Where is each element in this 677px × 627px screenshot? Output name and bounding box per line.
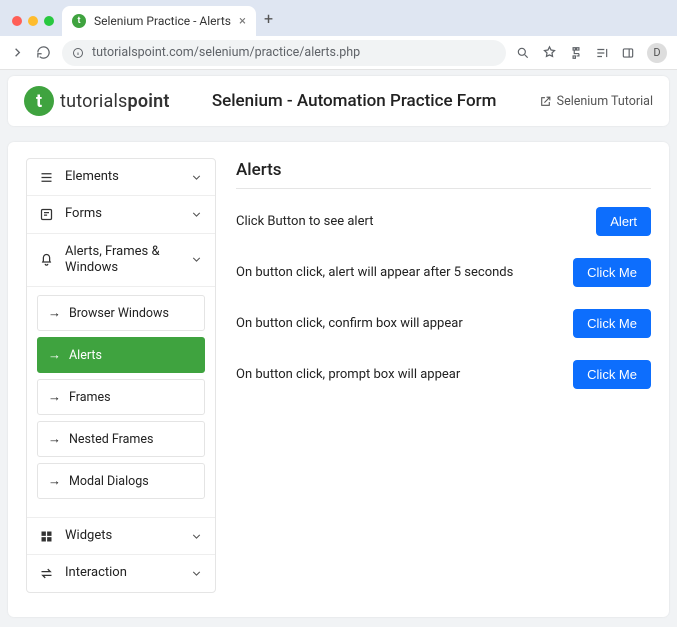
arrow-right-icon: → bbox=[48, 347, 61, 363]
window-controls bbox=[8, 16, 62, 36]
sub-item-nested-frames[interactable]: → Nested Frames bbox=[37, 421, 205, 457]
alert-row: On button click, prompt box will appear … bbox=[236, 360, 651, 389]
sidebar-item-widgets[interactable]: Widgets bbox=[27, 518, 215, 555]
body-card: Elements Forms Alerts, Frames & Windows bbox=[8, 142, 669, 617]
alert-row: Click Button to see alert Alert bbox=[236, 207, 651, 236]
sidebar: Elements Forms Alerts, Frames & Windows bbox=[26, 158, 216, 593]
alert-desc: Click Button to see alert bbox=[236, 214, 596, 229]
sidebar-sublist: → Browser Windows → Alerts → Frames → Ne… bbox=[27, 287, 215, 518]
arrow-right-icon: → bbox=[48, 473, 61, 489]
toolbar-icons: D bbox=[516, 43, 667, 63]
chevron-down-icon bbox=[190, 171, 203, 184]
sub-item-modal-dialogs[interactable]: → Modal Dialogs bbox=[37, 463, 205, 499]
alert-row: On button click, alert will appear after… bbox=[236, 258, 651, 287]
sub-item-browser-windows[interactable]: → Browser Windows bbox=[37, 295, 205, 331]
bell-icon bbox=[39, 252, 55, 267]
logo-mark-icon: t bbox=[24, 86, 54, 116]
prompt-button[interactable]: Click Me bbox=[573, 360, 651, 389]
sub-item-label: Browser Windows bbox=[69, 306, 169, 321]
extensions-icon[interactable] bbox=[569, 46, 583, 60]
sub-item-label: Alerts bbox=[69, 348, 102, 363]
close-window-dot[interactable] bbox=[12, 16, 22, 26]
page-area: t tutorialspoint Selenium - Automation P… bbox=[0, 70, 677, 627]
sidebar-item-elements[interactable]: Elements bbox=[27, 159, 215, 196]
sub-item-alerts[interactable]: → Alerts bbox=[37, 337, 205, 373]
main-panel: Alerts Click Button to see alert Alert O… bbox=[236, 158, 651, 593]
site-logo[interactable]: t tutorialspoint bbox=[24, 86, 170, 116]
sub-item-label: Nested Frames bbox=[69, 432, 153, 447]
delayed-alert-button[interactable]: Click Me bbox=[573, 258, 651, 287]
bookmark-star-icon[interactable] bbox=[542, 45, 557, 60]
maximize-window-dot[interactable] bbox=[44, 16, 54, 26]
external-link-icon bbox=[539, 95, 552, 108]
form-icon bbox=[39, 207, 55, 222]
minimize-window-dot[interactable] bbox=[28, 16, 38, 26]
alert-button[interactable]: Alert bbox=[596, 207, 651, 236]
reading-list-icon[interactable] bbox=[595, 46, 609, 60]
favicon-icon: t bbox=[72, 14, 86, 28]
browser-tab[interactable]: t Selenium Practice - Alerts × bbox=[62, 6, 256, 36]
arrow-right-icon: → bbox=[48, 431, 61, 447]
chevron-down-icon bbox=[190, 208, 203, 221]
page-header: t tutorialspoint Selenium - Automation P… bbox=[8, 76, 669, 126]
address-bar[interactable]: tutorialspoint.com/selenium/practice/ale… bbox=[62, 40, 506, 66]
address-bar-row: tutorialspoint.com/selenium/practice/ale… bbox=[0, 36, 677, 70]
sub-item-label: Modal Dialogs bbox=[69, 474, 149, 489]
arrow-right-icon: → bbox=[48, 305, 61, 321]
tab-title: Selenium Practice - Alerts bbox=[94, 14, 231, 28]
alert-desc: On button click, prompt box will appear bbox=[236, 367, 573, 382]
logo-text: tutorialspoint bbox=[60, 91, 170, 112]
sub-item-frames[interactable]: → Frames bbox=[37, 379, 205, 415]
alert-desc: On button click, confirm box will appear bbox=[236, 316, 573, 331]
zoom-icon[interactable] bbox=[516, 46, 530, 60]
new-tab-button[interactable]: + bbox=[256, 9, 281, 36]
widgets-icon bbox=[39, 529, 55, 544]
close-tab-icon[interactable]: × bbox=[239, 14, 246, 29]
site-info-icon[interactable] bbox=[72, 47, 84, 59]
selenium-tutorial-link[interactable]: Selenium Tutorial bbox=[539, 94, 653, 109]
main-heading: Alerts bbox=[236, 160, 651, 189]
sidebar-item-forms[interactable]: Forms bbox=[27, 196, 215, 233]
alert-desc: On button click, alert will appear after… bbox=[236, 265, 573, 280]
arrow-right-icon: → bbox=[48, 389, 61, 405]
sub-item-label: Frames bbox=[69, 390, 111, 405]
browser-tab-strip: t Selenium Practice - Alerts × + bbox=[0, 0, 677, 36]
sidebar-item-label: Widgets bbox=[65, 528, 180, 544]
sidebar-item-label: Forms bbox=[65, 206, 180, 222]
forward-icon[interactable] bbox=[10, 45, 26, 60]
sidebar-item-label: Interaction bbox=[65, 565, 180, 581]
sidebar-item-label: Elements bbox=[65, 169, 180, 185]
alert-row: On button click, confirm box will appear… bbox=[236, 309, 651, 338]
page-title: Selenium - Automation Practice Form bbox=[170, 91, 539, 111]
sidebar-item-alerts-frames-windows[interactable]: Alerts, Frames & Windows bbox=[27, 234, 215, 288]
confirm-button[interactable]: Click Me bbox=[573, 309, 651, 338]
reload-icon[interactable] bbox=[36, 45, 52, 60]
list-icon bbox=[39, 170, 55, 185]
chevron-down-icon bbox=[190, 253, 203, 266]
chevron-down-icon bbox=[190, 530, 203, 543]
url-text: tutorialspoint.com/selenium/practice/ale… bbox=[92, 45, 360, 60]
profile-avatar[interactable]: D bbox=[647, 43, 667, 63]
swap-icon bbox=[39, 566, 55, 581]
sidebar-item-label: Alerts, Frames & Windows bbox=[65, 244, 180, 277]
sidepanel-icon[interactable] bbox=[621, 46, 635, 60]
sidebar-item-interaction[interactable]: Interaction bbox=[27, 555, 215, 591]
chevron-down-icon bbox=[190, 567, 203, 580]
